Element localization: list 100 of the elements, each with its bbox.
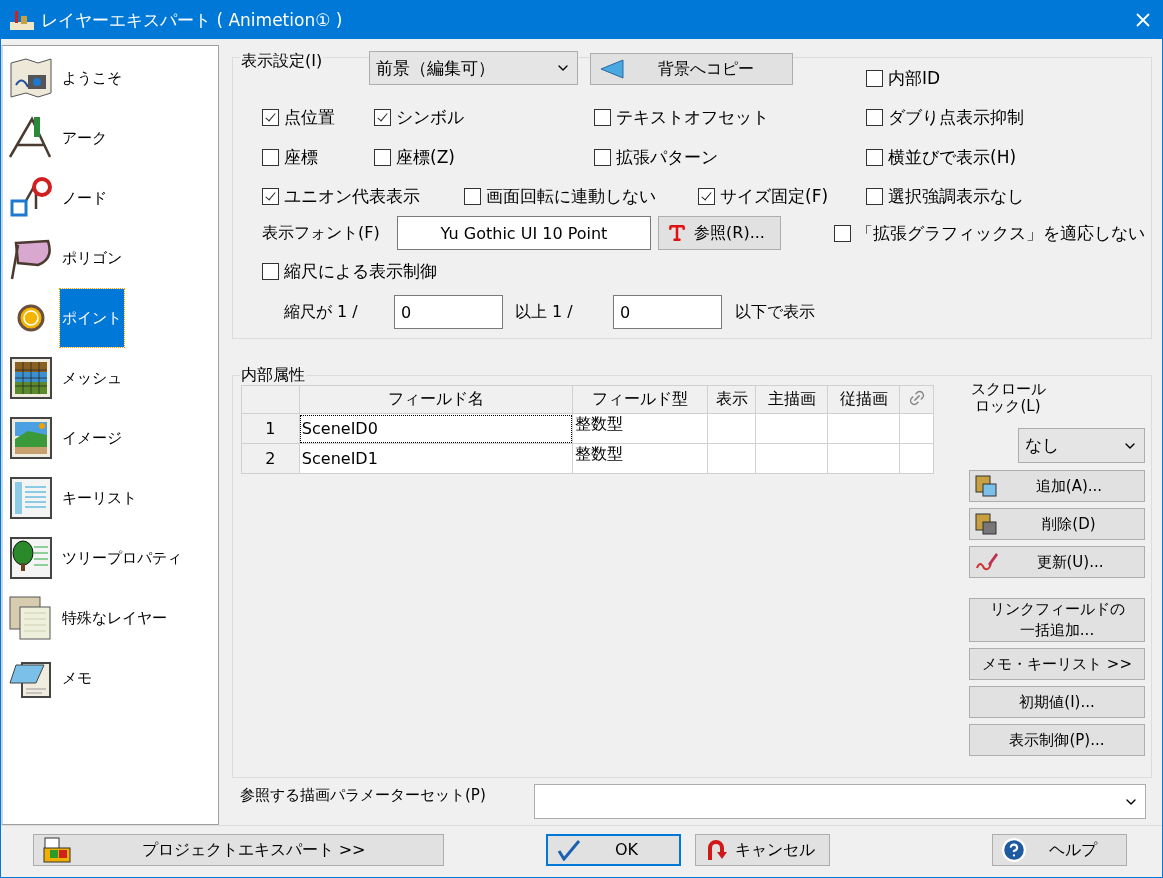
tree-icon [8, 535, 54, 581]
action-button[interactable]: 初期値(I)... [969, 686, 1145, 718]
list-sheet-icon [8, 475, 54, 521]
checkbox[interactable] [866, 108, 883, 126]
folder-icon [42, 836, 72, 865]
landscape-icon [8, 415, 54, 461]
copy-button[interactable]: 背景へコピー [590, 53, 793, 85]
table-header-cell[interactable]: 主描画 [755, 385, 828, 414]
grid-icon [8, 355, 54, 401]
sidebar-item[interactable]: ツリープロパティ [60, 548, 184, 568]
footer-button[interactable]: ヘルプ [992, 834, 1127, 867]
checkbox-label[interactable]: 「拡張グラフィックス」を適応しない [856, 221, 1145, 245]
sidebar-item[interactable]: アーク [60, 128, 109, 148]
checkbox-label[interactable]: 縮尺による表示制御 [284, 259, 437, 283]
sidebar-item[interactable]: メモ [60, 668, 94, 688]
sidebar-item[interactable]: キーリスト [60, 488, 139, 508]
checkbox[interactable] [374, 108, 391, 126]
font-label: 表示フォント(F) [262, 222, 380, 244]
table-cell[interactable]: 整数型 [572, 413, 708, 444]
checkbox[interactable] [262, 148, 279, 166]
group-legend: 内部属性 [240, 364, 306, 386]
checkbox-label[interactable]: 拡張パターン [616, 145, 718, 169]
map-icon [8, 55, 54, 101]
table-header-cell[interactable] [899, 385, 934, 414]
dropdown[interactable]: 前景（編集可） [369, 51, 578, 85]
table-cell[interactable] [899, 413, 934, 444]
dropdown[interactable]: なし [1018, 428, 1145, 463]
checkbox-label[interactable]: 選択強調表示なし [888, 184, 1024, 208]
table-cell[interactable] [755, 413, 828, 444]
action-button[interactable]: 削除(D) [969, 508, 1145, 540]
checkbox-label[interactable]: 内部ID [888, 67, 941, 90]
table-header-cell[interactable]: 表示 [707, 385, 756, 414]
table-cell[interactable] [827, 443, 900, 474]
input-field[interactable]: 0 [613, 295, 722, 329]
checkbox-label[interactable]: 横並びで表示(H) [888, 145, 1017, 169]
browse-button[interactable]: 参照(R)... [658, 216, 781, 250]
checkbox[interactable] [262, 187, 279, 205]
action-button[interactable]: 表示制御(P)... [969, 724, 1145, 756]
clipboard-icon [974, 512, 998, 536]
sidebar-item[interactable]: ノード [60, 188, 109, 208]
table-header-cell[interactable]: フィールド名 [299, 385, 573, 414]
checkbox[interactable] [834, 224, 851, 242]
table-cell[interactable] [899, 443, 934, 474]
row-number: 1 [241, 413, 300, 444]
checkbox[interactable] [594, 148, 611, 166]
checkbox[interactable] [262, 262, 279, 280]
clipboard-icon [974, 474, 998, 498]
checkbox-label[interactable]: テキストオフセット [616, 105, 769, 129]
checkbox[interactable] [866, 187, 883, 205]
font-icon [667, 223, 687, 243]
checkbox[interactable] [866, 148, 883, 166]
sidebar-item[interactable]: メッシュ [60, 368, 124, 388]
stacked-sheets-icon [8, 595, 54, 641]
table-header-cell[interactable]: 従描画 [827, 385, 900, 414]
table-cell[interactable]: 整数型 [572, 443, 708, 474]
font-field: Yu Gothic UI 10 Point [397, 216, 651, 250]
footer-button[interactable]: OK [546, 834, 681, 867]
sidebar-item[interactable]: イメージ [60, 428, 124, 448]
table-cell[interactable]: SceneID0 [299, 413, 573, 444]
check-icon [556, 839, 582, 862]
scale-text: 縮尺が 1 / [284, 301, 358, 323]
row-number: 2 [241, 443, 300, 474]
checkbox-label[interactable]: ユニオン代表表示 [284, 184, 420, 208]
sidebar-item[interactable]: 特殊なレイヤー [60, 608, 169, 628]
footer-button[interactable]: プロジェクトエキスパート >> [33, 834, 444, 867]
checkbox-label[interactable]: 画面回転に連動しない [486, 184, 656, 208]
checkbox-label[interactable]: 点位置 [284, 105, 335, 129]
checkbox-label[interactable]: 座標(Z) [396, 145, 455, 169]
checkbox[interactable] [698, 187, 715, 205]
scroll-lock-label: スクロールロック(L) [969, 381, 1047, 414]
scale-text: 以下で表示 [735, 301, 815, 323]
checkbox-label[interactable]: ダブり点表示抑制 [888, 105, 1024, 129]
checkbox-label[interactable]: 座標 [284, 145, 318, 169]
checkbox-label[interactable]: サイズ固定(F) [720, 184, 829, 208]
scale-text: 以上 1 / [515, 301, 573, 323]
window-title: レイヤーエキスパート ( Animetion① ) [41, 8, 344, 32]
checkbox[interactable] [594, 108, 611, 126]
sidebar-item[interactable]: ポリゴン [60, 248, 124, 268]
sidebar-item[interactable]: ようこそ [60, 68, 124, 88]
checkbox[interactable] [262, 108, 279, 126]
action-button[interactable]: 更新(U)... [969, 546, 1145, 578]
table-cell[interactable] [707, 413, 756, 444]
table-cell[interactable] [755, 443, 828, 474]
checkbox[interactable] [374, 148, 391, 166]
checkbox[interactable] [866, 70, 883, 87]
footer-button[interactable]: キャンセル [695, 834, 830, 867]
table-cell[interactable] [707, 443, 756, 474]
input-field[interactable]: 0 [394, 295, 503, 329]
sidebar-item[interactable]: ポイント [60, 289, 124, 347]
parameter-set-label: 参照する描画パラメーターセット(P) [240, 786, 486, 805]
table-cell[interactable] [827, 413, 900, 444]
action-button[interactable]: リンクフィールドの一括追加... [969, 598, 1145, 642]
table-cell[interactable]: SceneID1 [299, 443, 573, 474]
checkbox-label[interactable]: シンボル [396, 105, 464, 129]
group-legend: 表示設定(I) [240, 51, 324, 72]
action-button[interactable]: メモ・キーリスト >> [969, 648, 1145, 680]
checkbox[interactable] [464, 187, 481, 205]
table-header-cell[interactable]: フィールド型 [572, 385, 708, 414]
action-button[interactable]: 追加(A)... [969, 470, 1145, 502]
triangle-left-icon [599, 59, 627, 79]
